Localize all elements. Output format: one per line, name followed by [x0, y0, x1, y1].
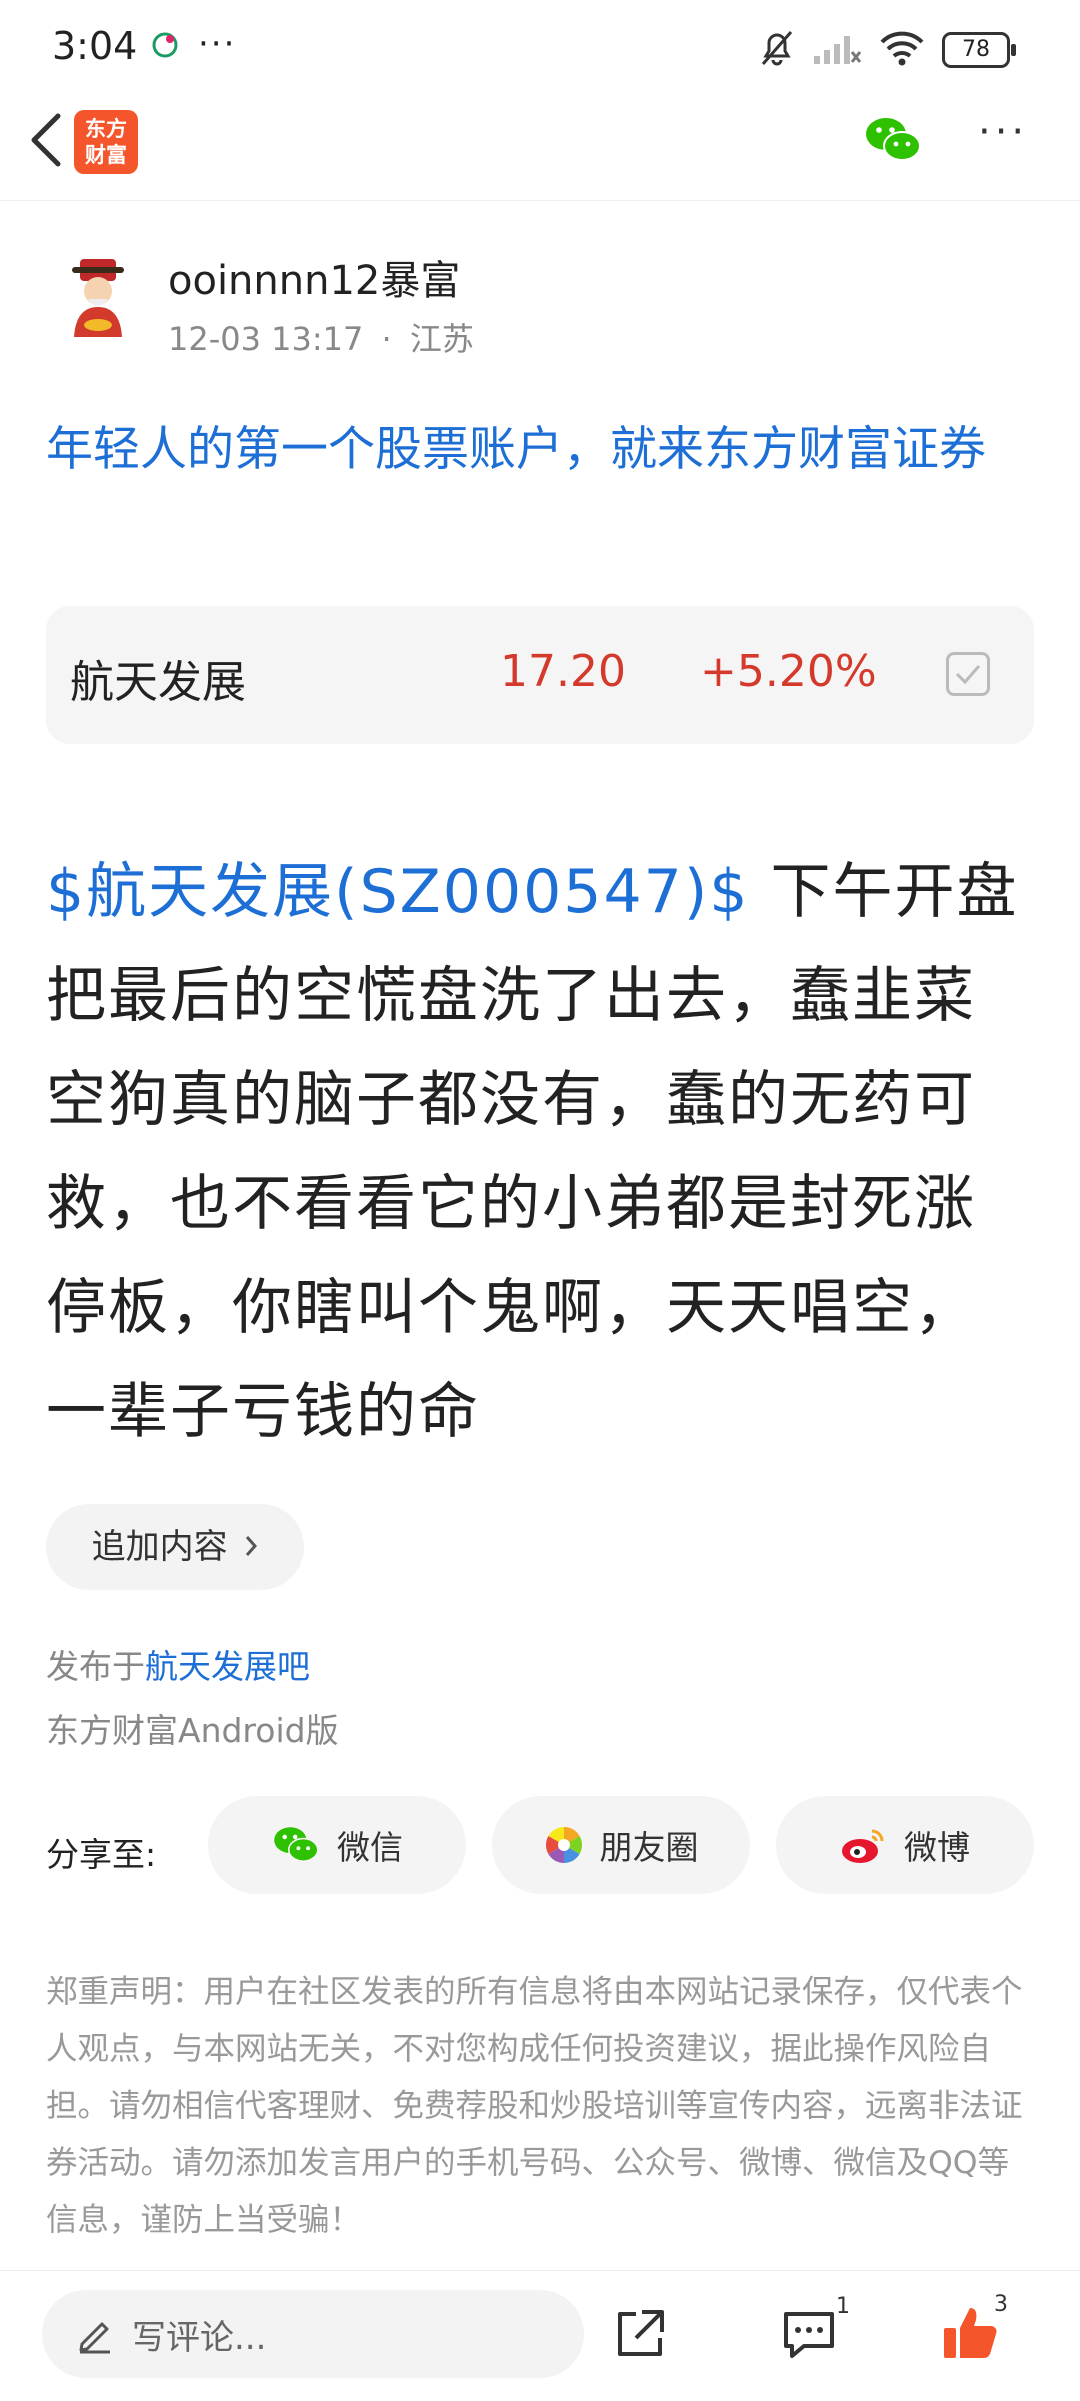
carrier-icon [150, 30, 180, 60]
battery-icon: 78 [942, 32, 1016, 68]
post-datetime: 12-03 13:17 [168, 320, 364, 358]
share-label: 分享至: [46, 1835, 157, 1874]
publish-prefix: 发布于 [46, 1647, 145, 1686]
publish-platform: 东方财富Android版 [46, 1711, 339, 1750]
wechat-icon [274, 1827, 319, 1862]
signal-icon [812, 28, 862, 72]
add-watchlist-checkbox[interactable] [946, 652, 990, 696]
share-wechat-label: 微信 [337, 1828, 403, 1867]
share-button[interactable] [612, 2306, 668, 2362]
share-weibo-label: 微博 [904, 1828, 970, 1867]
stock-change: +5.20% [700, 646, 877, 697]
wechat-share-button[interactable] [862, 114, 924, 166]
stock-price: 17.20 [500, 646, 626, 697]
mute-bell-icon [758, 28, 796, 72]
username[interactable]: ooinnnn12暴富 [168, 248, 460, 306]
chevron-right-icon [244, 1527, 258, 1567]
share-weibo-button[interactable]: 微博 [776, 1796, 1034, 1894]
stock-name: 航天发展 [70, 657, 246, 708]
add-content-button[interactable]: 追加内容 [46, 1504, 304, 1590]
post-meta: 12-03 13:17 · 江苏 [168, 314, 474, 360]
share-external-icon [618, 2310, 664, 2356]
comment-placeholder: 写评论... [132, 2318, 267, 2358]
wifi-icon [878, 28, 926, 72]
avatar[interactable] [48, 245, 148, 345]
stock-tag-link[interactable]: $航天发展(SZ000547)$ [46, 857, 749, 927]
post-body-text: 下午开盘把最后的空慌盘洗了出去，蠢韭菜空狗真的脑子都没有，蠢的无药可救，也不看看… [46, 857, 1019, 1447]
ad-link[interactable]: 年轻人的第一个股票账户，就来东方财富证券 [46, 412, 1036, 488]
comments-button[interactable] [780, 2306, 840, 2362]
logo-text-top: 东方 [85, 117, 127, 141]
like-count: 3 [994, 2292, 1008, 2317]
weibo-icon [842, 1829, 884, 1863]
app-logo: 东方 财富 [74, 110, 138, 174]
publish-info: 发布于航天发展吧 [46, 1640, 310, 1688]
logo-text-bottom: 财富 [85, 143, 127, 167]
stock-bar-link[interactable]: 航天发展吧 [145, 1647, 310, 1686]
wechat-icon [866, 118, 921, 161]
comment-count: 1 [836, 2294, 850, 2319]
back-arrow-icon [31, 113, 61, 167]
disclaimer-text: 郑重声明：用户在社区发表的所有信息将由本网站记录保存，仅代表个人观点，与本网站无… [46, 1974, 1023, 2238]
share-moments-button[interactable]: 朋友圈 [492, 1796, 750, 1894]
back-button[interactable] [22, 110, 78, 170]
post-content: $航天发展(SZ000547)$ 下午开盘把最后的空慌盘洗了出去，蠢韭菜空狗真的… [46, 840, 1036, 1464]
comment-bubble-icon [784, 2312, 834, 2358]
status-time: 3:04 [52, 24, 138, 68]
status-more-icon: ··· [198, 24, 237, 64]
share-moments-label: 朋友圈 [599, 1828, 699, 1867]
thumbs-up-icon [944, 2308, 997, 2358]
like-button[interactable] [940, 2302, 1000, 2362]
check-icon [955, 665, 981, 685]
moments-aperture-icon [545, 1827, 582, 1863]
meta-separator: · [381, 320, 392, 358]
more-options-button[interactable]: ··· [978, 112, 1034, 162]
god-of-wealth-avatar-icon [50, 247, 146, 343]
pencil-icon [76, 2314, 116, 2358]
status-icons: 78 [758, 28, 1016, 72]
post-location: 江苏 [409, 320, 474, 358]
share-wechat-button[interactable]: 微信 [208, 1796, 466, 1894]
add-content-label: 追加内容 [91, 1527, 228, 1567]
comment-input[interactable] [42, 2290, 584, 2378]
